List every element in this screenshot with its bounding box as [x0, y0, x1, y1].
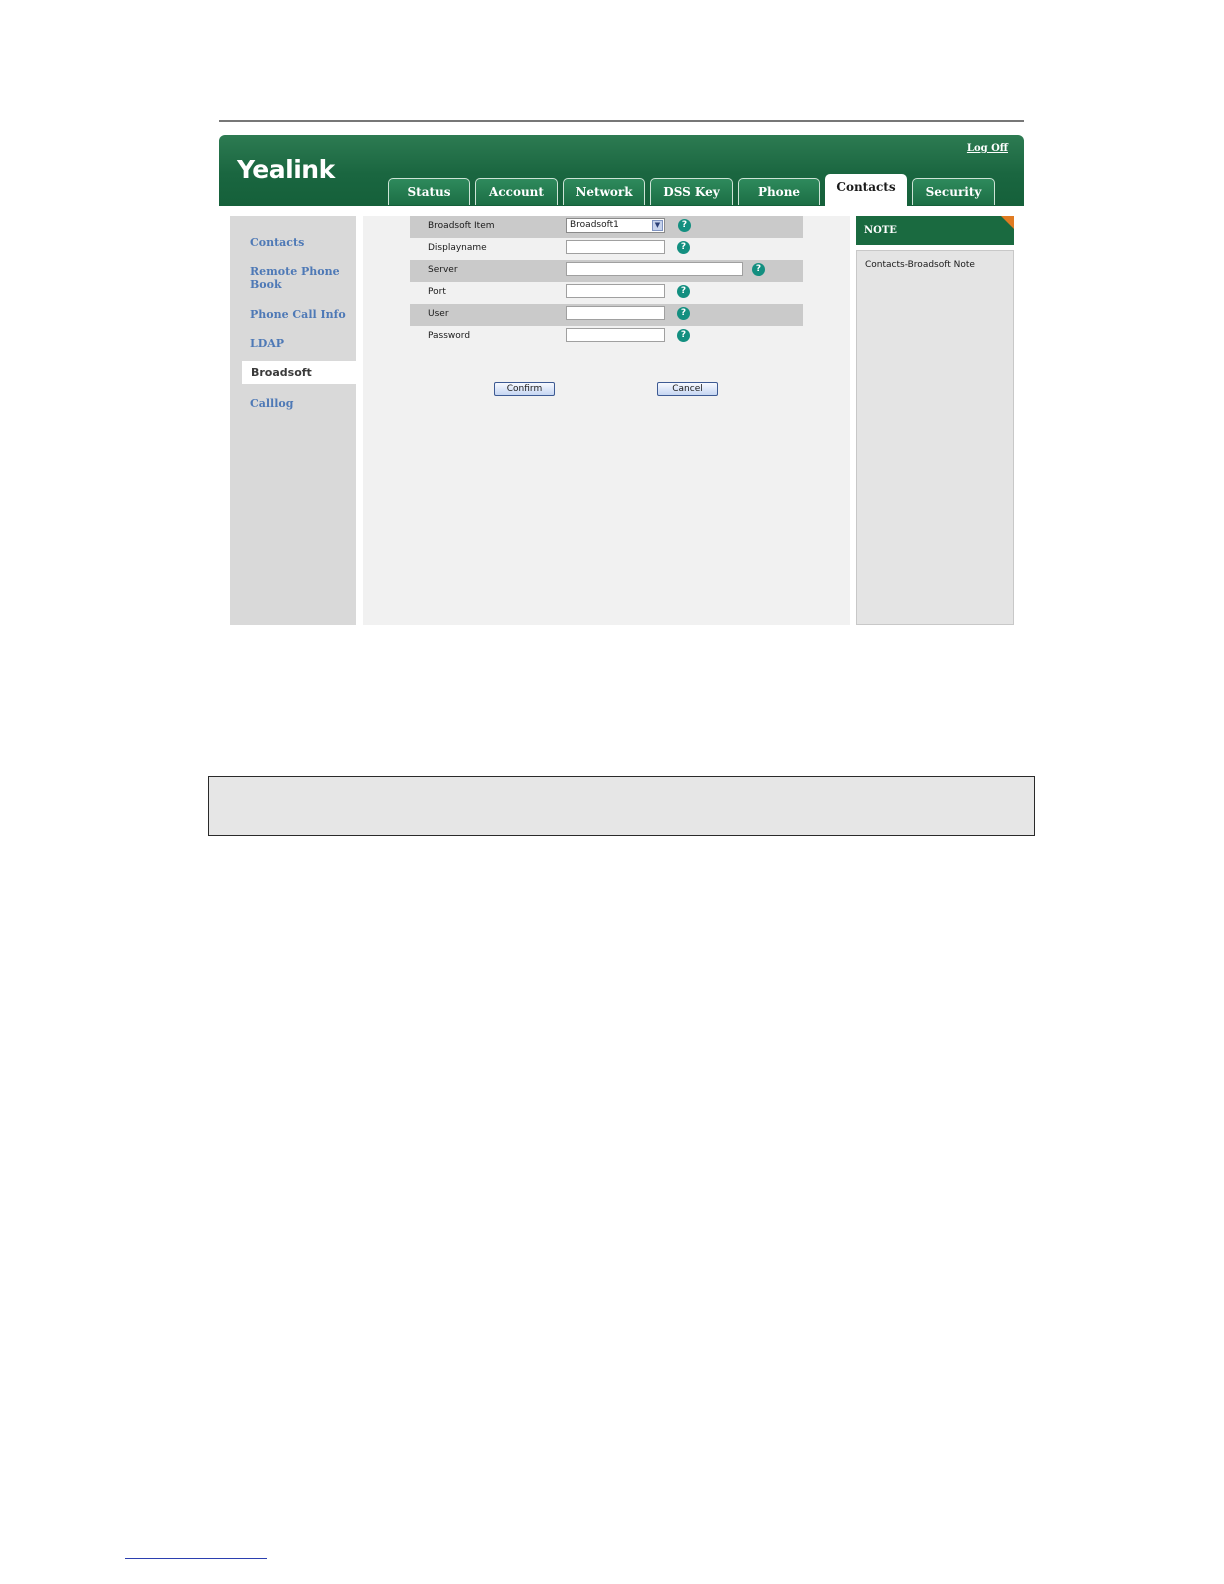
note-panel: NOTE Contacts-Broadsoft Note	[856, 216, 1014, 625]
logoff-link[interactable]: Log Off	[967, 143, 1008, 154]
tab-dss-key[interactable]: DSS Key	[650, 178, 733, 205]
broadsoft-item-select[interactable]: Broadsoft1 ▼	[566, 218, 665, 233]
port-input[interactable]	[566, 284, 665, 298]
sidebar-item-broadsoft[interactable]: Broadsoft	[242, 361, 356, 384]
sidebar-item-ldap[interactable]: LDAP	[250, 337, 350, 350]
tab-status[interactable]: Status	[388, 178, 470, 205]
password-input[interactable]	[566, 328, 665, 342]
user-row: User ?	[410, 304, 803, 326]
port-label: Port	[428, 287, 446, 297]
note-body: Contacts-Broadsoft Note	[856, 250, 1014, 625]
displayname-label: Displayname	[428, 243, 487, 253]
port-row: Port ?	[410, 282, 803, 304]
web-ui-screenshot: Yealink Log Off Status Account Network D…	[219, 135, 1024, 625]
top-rule	[219, 120, 1024, 122]
password-label: Password	[428, 331, 471, 341]
password-row: Password ?	[410, 326, 803, 348]
help-icon[interactable]: ?	[677, 241, 690, 254]
help-icon[interactable]: ?	[677, 285, 690, 298]
help-icon[interactable]: ?	[677, 329, 690, 342]
chevron-down-icon[interactable]: ▼	[652, 220, 663, 231]
server-input[interactable]	[566, 262, 743, 276]
server-label: Server	[428, 265, 458, 275]
displayname-input[interactable]	[566, 240, 665, 254]
broadsoft-form: Broadsoft Item Broadsoft1 ▼ ? Displaynam…	[363, 216, 850, 625]
displayname-row: Displayname ?	[410, 238, 803, 260]
user-input[interactable]	[566, 306, 665, 320]
document-note-box	[208, 776, 1035, 836]
broadsoft-item-label: Broadsoft Item	[428, 221, 495, 231]
tab-phone[interactable]: Phone	[738, 178, 820, 205]
server-row: Server ?	[410, 260, 803, 282]
footnote-link-underline	[125, 1558, 267, 1559]
sidebar-item-contacts[interactable]: Contacts	[250, 236, 350, 249]
note-title: NOTE	[856, 216, 1014, 245]
yealink-logo: Yealink	[237, 155, 335, 184]
help-icon[interactable]: ?	[678, 219, 691, 232]
sidebar-item-phone-call-info[interactable]: Phone Call Info	[250, 308, 350, 321]
sidebar: Contacts Remote Phone Book Phone Call In…	[230, 216, 356, 625]
broadsoft-item-value: Broadsoft1	[570, 220, 619, 230]
help-icon[interactable]: ?	[677, 307, 690, 320]
note-text: Contacts-Broadsoft Note	[865, 260, 975, 270]
help-icon[interactable]: ?	[752, 263, 765, 276]
tab-account[interactable]: Account	[475, 178, 558, 205]
confirm-button[interactable]: Confirm	[494, 382, 555, 396]
broadsoft-item-row: Broadsoft Item Broadsoft1 ▼ ?	[410, 216, 803, 238]
tab-network[interactable]: Network	[563, 178, 645, 205]
note-corner-icon	[1001, 216, 1014, 229]
content-area: Contacts Remote Phone Book Phone Call In…	[219, 206, 1024, 625]
sidebar-item-calllog[interactable]: Calllog	[250, 397, 350, 410]
user-label: User	[428, 309, 449, 319]
header-bar: Yealink Log Off Status Account Network D…	[219, 135, 1024, 207]
tab-contacts[interactable]: Contacts	[825, 174, 907, 207]
cancel-button[interactable]: Cancel	[657, 382, 718, 396]
sidebar-item-remote-phone-book[interactable]: Remote Phone Book	[250, 265, 340, 291]
tab-security[interactable]: Security	[912, 178, 995, 205]
